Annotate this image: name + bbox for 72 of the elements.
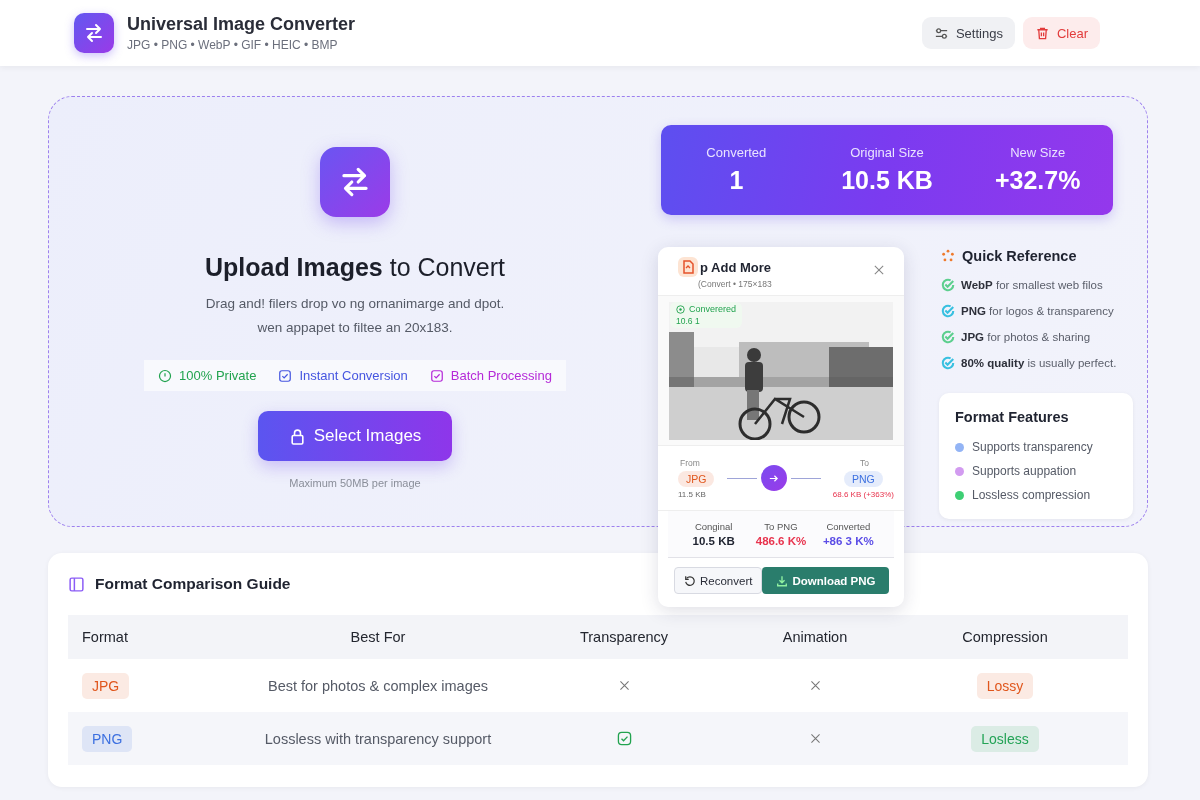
- select-images-button[interactable]: Select Images: [258, 411, 452, 461]
- stat-value: +86 3 K%: [822, 535, 874, 547]
- upload-description: wen appapet to filtee an 20x183.: [257, 320, 453, 335]
- upload-heading: Upload Images to Convert: [204, 253, 506, 282]
- table-cell: Lossless with transparency support: [264, 730, 492, 747]
- format-badge: PNG: [844, 470, 883, 487]
- column-header: Best For: [350, 629, 406, 645]
- card-title: p Add More: [700, 259, 771, 275]
- reconvert-button[interactable]: Reconvert: [674, 567, 763, 594]
- stat-value: +32.7%: [994, 166, 1081, 195]
- checkbox-icon: [429, 368, 444, 383]
- sliders-icon: [933, 25, 949, 41]
- close-icon: [874, 265, 884, 275]
- conversion-arrow-icon: [726, 465, 821, 491]
- format-features-title: Format Features: [955, 409, 1070, 425]
- format-badge: JPG: [678, 470, 715, 487]
- file-size: 68.6 KB (+363%): [832, 489, 894, 499]
- column-header: Transparency: [579, 629, 669, 645]
- file-size: 11.5 KB: [678, 489, 706, 499]
- column-header: Animation: [782, 629, 848, 645]
- book-icon: [68, 575, 85, 593]
- sparkle-icon: [941, 249, 955, 263]
- column-header: Format: [82, 629, 128, 645]
- stat-value: 10.5 KB: [841, 166, 933, 195]
- swap-arrows-icon: [320, 147, 390, 217]
- table-cell: Best for photos & complex images: [268, 677, 488, 694]
- reference-tip: PNG for logos & transparency: [961, 305, 1114, 317]
- legend-label: Supports transparency: [972, 440, 1093, 454]
- app-subtitle: JPG • PNG • WebP • GIF • HEIC • BMP: [127, 38, 339, 52]
- reference-tip: JPG for photos & sharing: [961, 331, 1091, 343]
- feature-label: 100% Private: [179, 368, 257, 383]
- status-size: 10.6 1: [676, 316, 701, 326]
- swap-arrows-logo: [74, 13, 114, 53]
- to-label: To: [858, 457, 869, 468]
- stat-label: New Size: [1010, 145, 1066, 160]
- legend-label: Lossless compression: [972, 488, 1091, 502]
- stat-value: 1: [729, 166, 744, 195]
- reference-tip: WebP for smallest web filos: [961, 279, 1103, 291]
- clear-button[interactable]: Clear: [1022, 17, 1100, 49]
- stat-label: Converted: [706, 145, 767, 160]
- card-subtitle: (Convert • 175×183: [697, 279, 772, 289]
- stat-label: Converted: [826, 521, 871, 532]
- refresh-icon: [684, 574, 696, 587]
- stat-label: Original Size: [850, 145, 924, 160]
- stat-label: To PNG: [764, 521, 798, 532]
- legend-label: Supports auppation: [972, 464, 1077, 478]
- compression-badge: Losless: [971, 725, 1039, 752]
- guide-title: Format Comparison Guide: [95, 575, 291, 593]
- download-icon: [776, 574, 789, 587]
- stat-value: 486.6 K%: [755, 535, 807, 547]
- checkbox-icon: [278, 368, 293, 383]
- upload-description: Drag and! filers drop vo ng ornanimarge and dpot.: [205, 296, 505, 311]
- compression-badge: Lossy: [976, 672, 1034, 699]
- status-label: Converered: [689, 304, 737, 314]
- quick-reference-title: Quick Reference: [962, 248, 1077, 264]
- clock-icon: [158, 368, 173, 383]
- stat-label: Conginal: [694, 521, 733, 532]
- app-title: Universal Image Converter: [127, 14, 356, 35]
- settings-button[interactable]: Settings: [921, 17, 1015, 49]
- feature-label: Instant Conversion: [299, 368, 408, 383]
- size-limit-note: Maximum 50MB per image: [289, 477, 421, 489]
- format-badge: JPG: [82, 672, 130, 699]
- feature-label: Batch Processing: [450, 368, 552, 383]
- format-badge: PNG: [82, 725, 133, 752]
- column-header: Compression: [962, 629, 1048, 645]
- from-label: From: [679, 457, 700, 468]
- lock-icon: [288, 427, 306, 445]
- stat-value: 10.5 KB: [692, 535, 735, 547]
- file-icon: [678, 257, 698, 277]
- download-button[interactable]: Download PNG: [762, 567, 890, 594]
- trash-icon: [1034, 25, 1050, 41]
- reference-tip: 80% quality is usually perfect.: [961, 357, 1117, 369]
